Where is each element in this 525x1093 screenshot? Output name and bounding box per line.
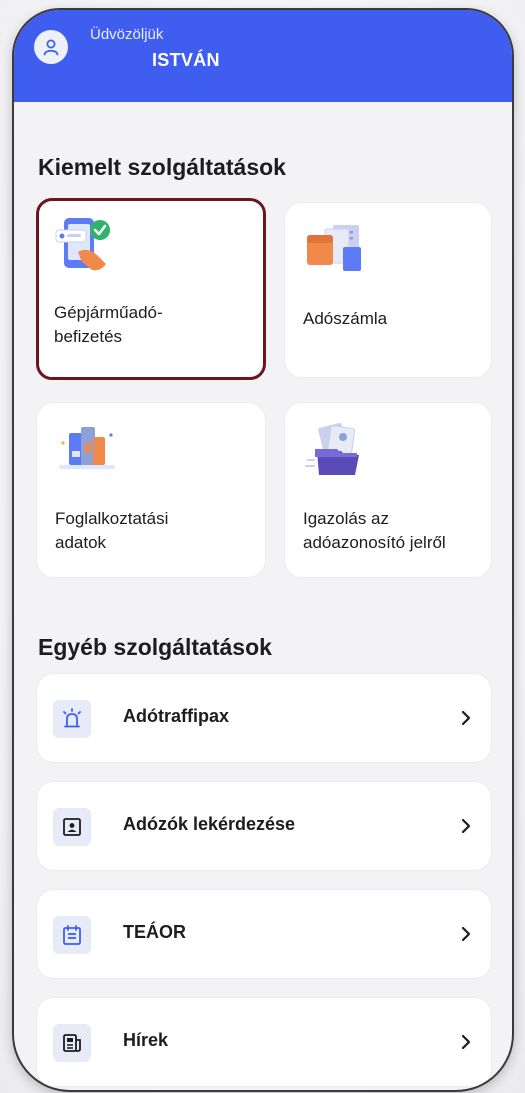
service-card-tax-id-certificate[interactable]: Igazolás az adóazonosító jelről: [284, 402, 492, 578]
card-label-line2: befizetés: [54, 327, 123, 346]
chevron-right-icon: [461, 926, 471, 942]
list-item-label: Adótraffipax: [123, 706, 230, 726]
app-header: Üdvözöljük ISTVÁN: [14, 10, 512, 102]
user-icon: [43, 39, 59, 56]
other-services-title: Egyéb szolgáltatások: [38, 634, 272, 660]
service-card-employment-data[interactable]: Foglalkoztatási adatok: [36, 402, 266, 578]
chevron-right-icon: [461, 1034, 471, 1050]
card-label-line2: adatok: [55, 533, 107, 552]
list-item-label: TEÁOR: [123, 922, 186, 942]
screen-background: Üdvözöljük ISTVÁN Kiemelt szolgáltatások…: [0, 0, 525, 1093]
list-item-icon-box: [53, 808, 91, 846]
list-item-icon-box: [53, 700, 91, 738]
card-label-line1: Gépjárműadó-: [54, 303, 163, 322]
list-item-teaor[interactable]: TEÁOR: [36, 889, 492, 979]
contact-card-icon: [63, 818, 81, 836]
list-item-news[interactable]: Hírek: [36, 997, 492, 1087]
card-label-line1: Foglalkoztatási: [55, 509, 169, 528]
service-card-tax-account[interactable]: Adószámla: [284, 202, 492, 378]
user-name: ISTVÁN: [152, 50, 220, 70]
list-item-taxpayer-lookup[interactable]: Adózók lekérdezése: [36, 781, 492, 871]
list-item-label: Adózók lekérdezése: [123, 814, 296, 834]
chevron-right-icon: [461, 710, 471, 726]
siren-icon: [63, 708, 81, 728]
list-item-label: Hírek: [123, 1030, 169, 1050]
certificate-folder-icon: [305, 422, 359, 475]
documents-icon: [307, 225, 361, 271]
service-card-vehicle-tax[interactable]: Gépjárműadó- befizetés: [36, 198, 266, 380]
list-item-icon-box: [53, 1024, 91, 1062]
profile-avatar[interactable]: [34, 30, 68, 64]
card-label-line1: Igazolás az: [303, 509, 389, 528]
phone-payment-icon: [55, 218, 110, 271]
phone-frame: Üdvözöljük ISTVÁN Kiemelt szolgáltatások…: [14, 10, 512, 1090]
newspaper-icon: [63, 1034, 81, 1052]
card-label: Adószámla: [303, 309, 388, 328]
list-item-tax-radar[interactable]: Adótraffipax: [36, 673, 492, 763]
folders-icon: [59, 427, 115, 469]
chevron-right-icon: [461, 818, 471, 834]
featured-services-title: Kiemelt szolgáltatások: [38, 154, 286, 180]
greeting-text: Üdvözöljük: [90, 26, 164, 43]
list-item-icon-box: [53, 916, 91, 954]
calendar-list-icon: [63, 925, 81, 945]
card-label-line2: adóazonosító jelről: [303, 533, 446, 552]
